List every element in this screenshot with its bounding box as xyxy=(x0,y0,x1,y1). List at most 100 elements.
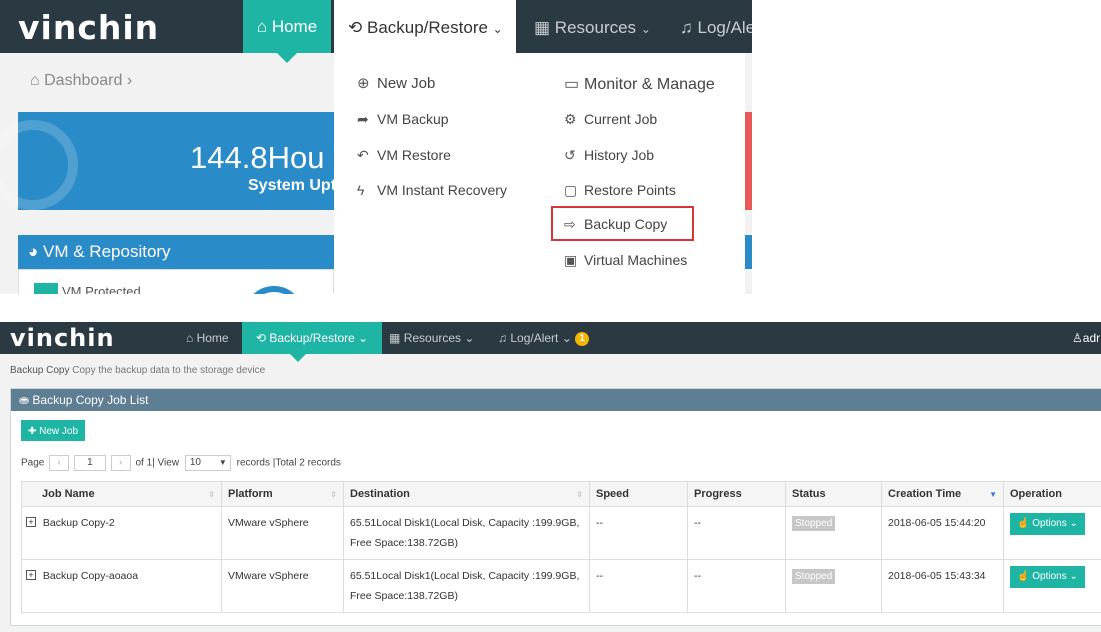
col-destination[interactable]: Destination ⇕ xyxy=(343,481,590,507)
next-page-button[interactable]: › xyxy=(110,455,131,471)
col-label: Platform xyxy=(228,488,273,500)
nav-log-alert[interactable]: ♫ Log/Ale xyxy=(680,0,752,53)
table-header-row: Job Name ⇕ Platform ⇕ Destination ⇕ Speed P… xyxy=(21,481,1101,507)
expand-icon[interactable]: + xyxy=(26,517,36,527)
prev-page-button[interactable]: ‹ xyxy=(49,455,70,471)
panel-title: Backup Copy Job List xyxy=(32,393,149,407)
chevron-down-icon: ⌄ xyxy=(492,22,503,36)
uptime-label: System Upt xyxy=(248,177,337,194)
cell-job-name: + Backup Copy-2 xyxy=(21,506,222,560)
cell-creation-time: 2018-06-05 15:44:20 xyxy=(881,506,1004,560)
pie-chart-icon: ◕ xyxy=(28,242,39,261)
col-status[interactable]: Status xyxy=(785,481,882,507)
menu-vm-instant-recovery[interactable]: ϟ VM Instant Recovery xyxy=(357,182,507,198)
panel-edge xyxy=(745,235,752,269)
nav-backup-restore[interactable]: ⟲ Backup/Restore ⌄ xyxy=(334,0,516,53)
breadcrumb-dashboard: Dashboard xyxy=(44,72,123,89)
sort-icon: ⇕ xyxy=(330,490,337,499)
backup-copy-screenshot: vinchin ⌂ Home ⟲ Backup/Restore ⌄ ▦ Reso… xyxy=(0,322,1101,632)
sync-icon: ⟲ xyxy=(256,331,267,345)
cell-progress: -- xyxy=(687,559,786,613)
new-job-button[interactable]: ✚ New Job xyxy=(21,420,85,441)
cell-platform: VMware vSphere xyxy=(221,506,344,560)
vm-protected-label: VM Protected xyxy=(62,284,141,294)
job-name: Backup Copy-aoaoa xyxy=(42,570,139,582)
chevron-down-icon: ⌄ xyxy=(561,331,572,345)
col-creation-time[interactable]: Creation Time ▼ xyxy=(881,481,1004,507)
user-menu[interactable]: ♙adr xyxy=(1072,322,1100,354)
cell-platform: VMware vSphere xyxy=(221,559,344,613)
sync-icon: ⟲ xyxy=(348,18,363,37)
nav-resources[interactable]: ▦ Resources ⌄ xyxy=(389,322,474,354)
cell-operation: ☝ Options ⌄ xyxy=(1003,506,1101,560)
cell-destination: 65.51Local Disk1(Local Disk, Capacity :1… xyxy=(343,559,590,613)
options-button[interactable]: ☝ Options ⌄ xyxy=(1010,566,1085,588)
menu-virtual-machines[interactable]: ▣ Virtual Machines xyxy=(564,252,687,269)
job-list-panel: ⛂ Backup Copy Job List ✚ New Job Page ‹ … xyxy=(10,388,1101,626)
nav-home-label: Home xyxy=(196,331,229,345)
nav-home[interactable]: ⌂ Home xyxy=(243,0,331,63)
menu-vm-backup[interactable]: ➦ VM Backup xyxy=(357,111,449,128)
options-button[interactable]: ☝ Options ⌄ xyxy=(1010,513,1085,535)
page-of-text: of 1| View xyxy=(135,457,180,469)
bell-icon: ♫ xyxy=(680,18,693,37)
col-operation: Operation xyxy=(1003,481,1101,507)
cell-creation-time: 2018-06-05 15:43:34 xyxy=(881,559,1004,613)
highlight-box xyxy=(551,206,694,241)
page-description: Copy the backup data to the storage devi… xyxy=(72,365,266,376)
nav-resources-label: Resources xyxy=(554,18,637,37)
chevron-down-icon: ⌄ xyxy=(464,331,475,345)
job-name: Backup Copy-2 xyxy=(42,517,115,529)
nav-resources[interactable]: ▦ Resources ⌄ xyxy=(534,0,664,53)
page-input[interactable]: 1 xyxy=(73,455,106,471)
nav-backup-restore[interactable]: ⟲ Backup/Restore ⌄ xyxy=(242,322,383,362)
menu-label: Virtual Machines xyxy=(584,252,688,268)
grid-icon: ▦ xyxy=(534,18,551,37)
monitor-icon: ▢ xyxy=(564,182,578,198)
menu-vm-restore[interactable]: ↶ VM Restore xyxy=(357,147,451,164)
col-label: Job Name xyxy=(42,488,95,500)
menu-label: Restore Points xyxy=(584,182,676,198)
clock-icon xyxy=(0,120,78,210)
col-progress[interactable]: Progress xyxy=(687,481,786,507)
nav-log-alert[interactable]: ♫ Log/Alert ⌄ 1 xyxy=(498,322,590,354)
menu-new-job[interactable]: ⊕ New Job xyxy=(357,74,435,92)
sort-icon: ⇕ xyxy=(576,490,583,499)
cell-speed: -- xyxy=(589,559,688,613)
sort-icon: ⇕ xyxy=(208,490,215,499)
share-icon: ➦ xyxy=(357,111,369,127)
vm-repository-title: VM & Repository xyxy=(43,242,171,261)
menu-current-job[interactable]: ⚙ Current Job xyxy=(564,111,657,128)
user-icon: ♙ xyxy=(1072,331,1083,345)
menu-restore-points[interactable]: ▢ Restore Points xyxy=(564,182,676,199)
nav-home[interactable]: ⌂ Home xyxy=(186,322,229,354)
table-row[interactable]: + Backup Copy-2 VMware vSphere 65.51Loca… xyxy=(21,506,1101,560)
chevron-down-icon: ⌄ xyxy=(1069,518,1078,529)
table-row[interactable]: + Backup Copy-aoaoa VMware vSphere 65.51… xyxy=(21,559,1101,613)
menu-label: VM Instant Recovery xyxy=(377,182,507,198)
menu-monitor-manage[interactable]: ▭ Monitor & Manage xyxy=(564,74,715,94)
nav-backup-label: Backup/Restore xyxy=(366,18,488,37)
menu-history-job[interactable]: ↺ History Job xyxy=(564,147,654,164)
breadcrumb[interactable]: ⌂ Dashboard › xyxy=(30,72,132,90)
col-label: Speed xyxy=(596,488,630,500)
expand-icon[interactable]: + xyxy=(26,570,36,580)
user-name: adr xyxy=(1082,331,1101,345)
chevron-down-icon: ⌄ xyxy=(1069,571,1078,582)
col-job-name[interactable]: Job Name ⇕ xyxy=(21,481,222,507)
nav-resources-label: Resources xyxy=(403,331,462,345)
menu-label: VM Restore xyxy=(377,147,451,163)
job-table: Job Name ⇕ Platform ⇕ Destination ⇕ Speed P… xyxy=(21,481,1101,613)
chevron-down-icon: ⌄ xyxy=(640,22,651,36)
col-platform[interactable]: Platform ⇕ xyxy=(221,481,344,507)
cell-job-name: + Backup Copy-aoaoa xyxy=(21,559,222,613)
alert-card-edge xyxy=(745,112,752,210)
col-speed[interactable]: Speed xyxy=(589,481,688,507)
view-select[interactable]: 10 xyxy=(184,455,231,471)
col-label: Progress xyxy=(694,488,742,500)
sort-desc-icon: ▼ xyxy=(989,490,997,499)
grid-icon: ▦ xyxy=(389,331,401,345)
status-badge: Stopped xyxy=(792,569,836,584)
home-icon: ⌂ xyxy=(186,331,194,345)
records-text: records |Total 2 records xyxy=(236,457,341,469)
